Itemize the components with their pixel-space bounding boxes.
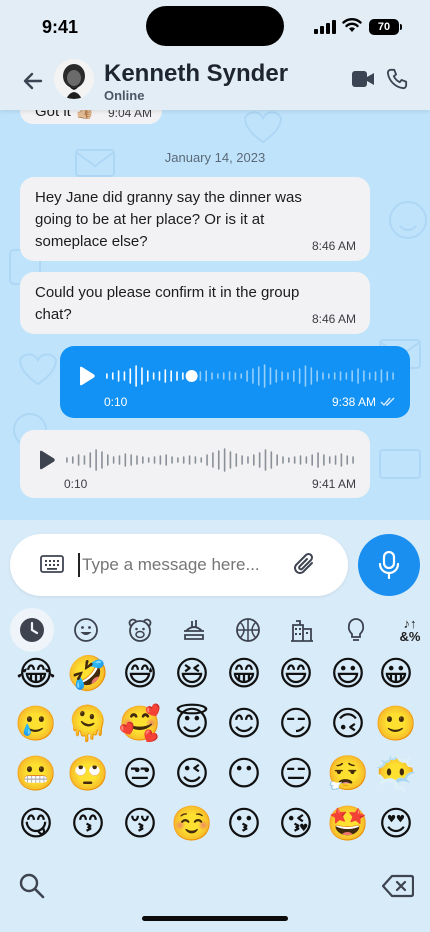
emoji-key[interactable]: 😂 xyxy=(14,652,58,696)
emoji-key[interactable]: 😬 xyxy=(14,752,58,796)
emoji-key[interactable]: 😙 xyxy=(66,802,110,846)
building-icon xyxy=(291,620,313,642)
play-icon[interactable] xyxy=(36,450,56,470)
playback-thumb xyxy=(185,370,198,382)
contact-name: Kenneth Synder xyxy=(104,60,289,87)
back-arrow-icon[interactable] xyxy=(20,68,46,94)
keyboard-icon[interactable] xyxy=(40,554,64,574)
emoji-key[interactable]: 🙄 xyxy=(66,752,110,796)
emoji-key[interactable]: 😃 xyxy=(326,652,370,696)
emoji-key[interactable]: 😏 xyxy=(274,702,318,746)
battery-icon: 70 xyxy=(369,19,399,35)
emoji-key[interactable]: 😅 xyxy=(118,652,162,696)
emoji-key[interactable]: 🙃 xyxy=(326,702,370,746)
voice-time: 9:38 AM xyxy=(331,395,376,409)
avatar[interactable] xyxy=(54,59,94,99)
delete-icon[interactable] xyxy=(382,874,414,898)
waveform xyxy=(106,364,394,388)
attachment-icon[interactable] xyxy=(292,551,318,579)
emoji-keyboard: ♪↑&% 😂🤣😅😆😁😄😃😀 🥲🫠🥰😇😊😏🙃🙂 😬🙄😒😉😶😑😮‍💨😶‍🌫️ 😋😙😚☺️😗… xyxy=(0,520,430,932)
message-text: Got it 👍🏼 xyxy=(35,110,94,120)
emoji-key[interactable]: 😍 xyxy=(374,802,418,846)
emoji-key[interactable]: 🥲 xyxy=(14,702,58,746)
search-icon[interactable] xyxy=(18,872,46,900)
emoji-category-bar: ♪↑ &% xyxy=(0,608,430,652)
emoji-key[interactable]: 🙂 xyxy=(374,702,418,746)
emoji-key[interactable]: 😇 xyxy=(170,702,214,746)
phone-call-icon[interactable] xyxy=(386,68,408,90)
chat-area[interactable]: Got it 👍🏼 9:04 AM January 14, 2023 Hey J… xyxy=(0,110,430,520)
emoji-key[interactable]: 😗 xyxy=(222,802,266,846)
signal-icon xyxy=(314,20,336,34)
emoji-key[interactable]: 😉 xyxy=(170,752,214,796)
message-time: 8:46 AM xyxy=(311,239,356,253)
emoji-key[interactable]: ☺️ xyxy=(170,802,214,846)
emoji-key[interactable]: 😶 xyxy=(222,752,266,796)
emoji-key[interactable]: 🤣 xyxy=(66,652,110,696)
emoji-key[interactable]: 😒 xyxy=(118,752,162,796)
emoji-grid: 😂 🤣 😅 😆 😁 😄 😃 😀 🥲 🫠 🥰 😇 😊 😏 🙃 🙂 😬 🙄 😒 😉 😶 😑 😮‍💨 😶‍🌫️ 😋 😙 😚 ☺️ 😗 😘 🤩 😍 xyxy=(0,652,430,852)
voice-time: 9:41 AM xyxy=(311,477,356,491)
message-bubble[interactable]: Could you please confirm it in the group… xyxy=(20,272,370,334)
message-time: 9:04 AM xyxy=(107,110,152,120)
microphone-icon xyxy=(378,551,400,579)
bear-icon xyxy=(128,618,152,642)
date-separator: January 14, 2023 xyxy=(164,150,266,165)
microphone-button[interactable] xyxy=(358,534,420,596)
category-symbols[interactable]: ♪↑ &% xyxy=(388,608,430,652)
category-food[interactable] xyxy=(172,608,216,652)
emoji-key[interactable]: 😀 xyxy=(374,652,418,696)
message-text: Could you please confirm it in the group… xyxy=(35,284,300,323)
status-bar: 9:41 70 xyxy=(0,0,430,52)
message-bubble-partial[interactable]: Got it 👍🏼 9:04 AM xyxy=(20,110,162,124)
category-travel[interactable] xyxy=(280,608,324,652)
message-time: 8:46 AM xyxy=(311,312,356,326)
emoji-key[interactable]: 🥰 xyxy=(118,702,162,746)
message-bubble[interactable]: Hey Jane did granny say the dinner was g… xyxy=(20,177,370,261)
lightbulb-icon xyxy=(347,618,365,641)
category-recent[interactable] xyxy=(10,608,54,652)
waveform xyxy=(66,448,354,472)
emoji-key[interactable]: 😶‍🌫️ xyxy=(374,752,418,796)
ball-icon xyxy=(236,618,260,642)
emoji-key[interactable]: 😄 xyxy=(274,652,318,696)
message-text: Hey Jane did granny say the dinner was g… xyxy=(35,189,302,250)
emoji-key[interactable]: 😮‍💨 xyxy=(326,752,370,796)
emoji-key[interactable]: 😘 xyxy=(274,802,318,846)
keyboard-bottom-bar xyxy=(0,850,430,932)
contact-status: Online xyxy=(104,88,145,103)
category-smileys[interactable] xyxy=(64,608,108,652)
category-animals[interactable] xyxy=(118,608,162,652)
food-icon xyxy=(184,620,204,640)
dynamic-island xyxy=(146,6,284,46)
play-icon[interactable] xyxy=(76,366,96,386)
voice-message-outgoing[interactable]: 0:10 9:38 AM xyxy=(60,346,410,418)
emoji-key[interactable]: 😚 xyxy=(118,802,162,846)
emoji-key[interactable]: 😑 xyxy=(274,752,318,796)
voice-duration: 0:10 xyxy=(64,477,88,491)
text-cursor xyxy=(78,553,80,577)
emoji-key[interactable]: 🫠 xyxy=(66,702,110,746)
video-call-icon[interactable] xyxy=(352,70,374,88)
clock-icon xyxy=(20,618,44,642)
emoji-key[interactable]: 😊 xyxy=(222,702,266,746)
status-time: 9:41 xyxy=(42,17,79,37)
emoji-key[interactable]: 🤩 xyxy=(326,802,370,846)
voice-duration: 0:10 xyxy=(104,395,128,409)
category-objects[interactable] xyxy=(334,608,378,652)
smiley-icon xyxy=(74,618,98,642)
emoji-key[interactable]: 😋 xyxy=(14,802,58,846)
emoji-key[interactable]: 😆 xyxy=(170,652,214,696)
chat-header: Kenneth Synder Online xyxy=(0,52,430,110)
double-check-icon xyxy=(380,397,395,407)
emoji-key[interactable]: 😁 xyxy=(222,652,266,696)
voice-message-incoming[interactable]: 0:10 9:41 AM xyxy=(20,430,370,498)
message-composer[interactable] xyxy=(10,534,348,596)
home-indicator xyxy=(142,916,288,921)
category-activity[interactable] xyxy=(226,608,270,652)
wifi-icon xyxy=(342,18,362,32)
symbols-icon: ♪↑ &% xyxy=(399,616,421,644)
message-input[interactable] xyxy=(82,553,282,577)
